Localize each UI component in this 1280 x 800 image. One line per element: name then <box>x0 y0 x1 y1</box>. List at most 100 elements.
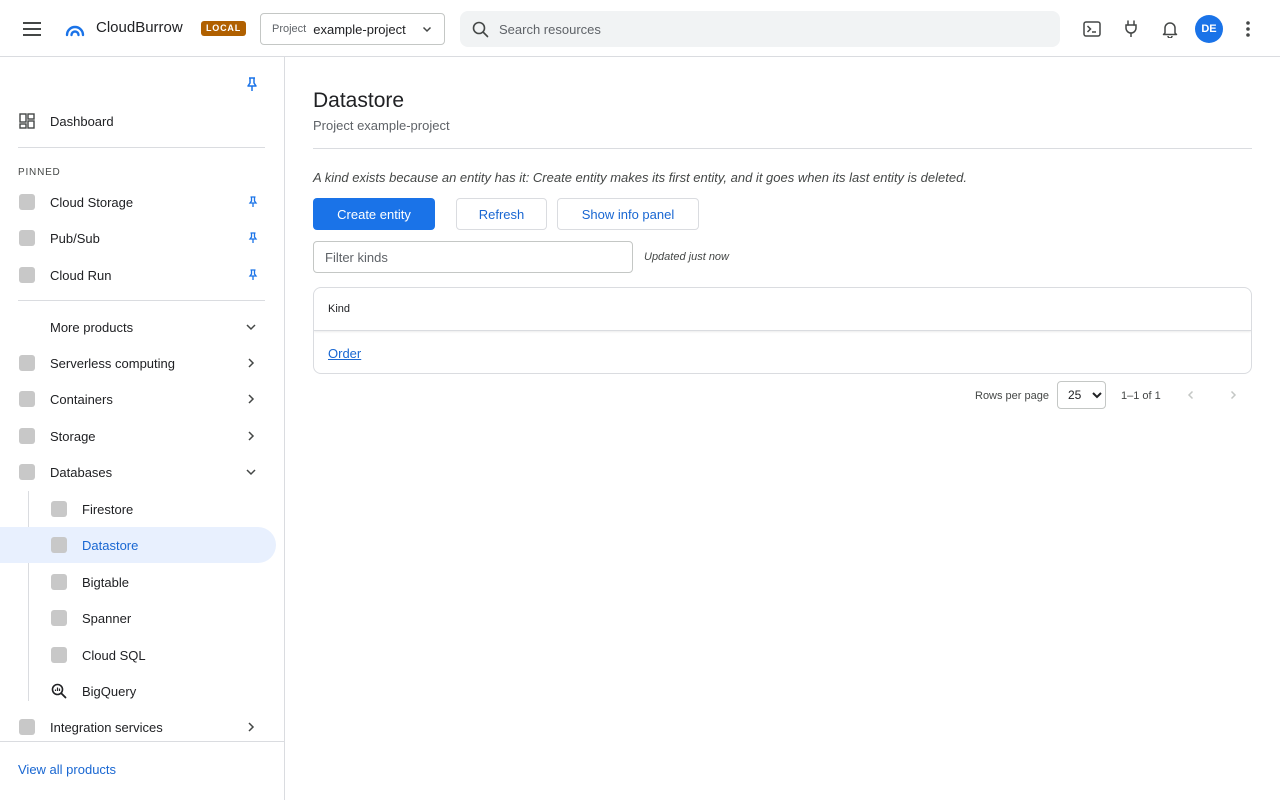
bigquery-magnifier-icon <box>51 683 67 699</box>
notifications-button[interactable] <box>1158 17 1182 41</box>
page-subtitle: Project example-project <box>313 118 450 133</box>
chevron-left-icon <box>1187 390 1194 400</box>
plugins-button[interactable] <box>1119 17 1143 41</box>
create-entity-button[interactable]: Create entity <box>313 198 435 230</box>
chevron-right-icon <box>248 722 255 732</box>
main-content: Datastore Project example-project A kind… <box>285 57 1280 800</box>
sidebar-item-bigtable[interactable]: Bigtable <box>0 564 276 600</box>
pagination-range: 1–1 of 1 <box>1121 390 1161 402</box>
sidebar-item-label: Cloud SQL <box>82 647 146 663</box>
pin-icon[interactable] <box>247 269 259 281</box>
previous-page-button[interactable] <box>1180 384 1202 406</box>
kind-link[interactable]: Order <box>328 346 361 361</box>
terminal-icon <box>1083 21 1101 37</box>
app-name[interactable]: CloudBurrow <box>96 19 183 36</box>
chevron-right-icon <box>248 431 255 441</box>
pinned-section-header: PINNED <box>18 167 61 178</box>
integration-services-icon <box>19 719 35 735</box>
kinds-table: Kind Order <box>313 287 1252 374</box>
table-header: Kind <box>314 288 1251 331</box>
pubsub-icon <box>19 230 35 246</box>
show-info-panel-button[interactable]: Show info panel <box>557 198 699 230</box>
dashboard-icon <box>19 113 35 129</box>
sidebar-item-pubsub[interactable]: Pub/Sub <box>0 220 276 256</box>
rows-per-page-select[interactable]: 25 <box>1057 381 1106 409</box>
sidebar-item-label: Spanner <box>82 610 132 626</box>
hamburger-menu-icon <box>23 22 41 36</box>
pin-sidebar-icon[interactable] <box>244 76 260 92</box>
sidebar-item-spanner[interactable]: Spanner <box>0 600 276 636</box>
rows-per-page-label: Rows per page <box>975 390 1049 402</box>
sidebar-divider <box>18 300 265 301</box>
chevron-down-icon <box>246 324 256 331</box>
next-page-button[interactable] <box>1222 384 1244 406</box>
search-bar <box>460 11 1060 47</box>
sidebar-item-cloud-run[interactable]: Cloud Run <box>0 257 276 293</box>
chevron-down-icon <box>246 469 256 476</box>
sidebar-item-serverless-computing[interactable]: Serverless computing <box>0 345 276 381</box>
filter-kinds-input[interactable] <box>313 241 633 273</box>
view-all-products-link[interactable]: View all products <box>18 762 116 777</box>
table-row: Order <box>314 332 1251 373</box>
chevron-right-icon <box>248 394 255 404</box>
sidebar-item-label: Containers <box>50 391 113 407</box>
sidebar-item-label: Cloud Storage <box>50 194 134 210</box>
databases-icon <box>19 464 35 480</box>
more-vertical-icon <box>1246 21 1250 37</box>
search-input[interactable] <box>499 21 1019 37</box>
sidebar-item-databases[interactable]: Databases <box>0 454 276 490</box>
cloud-sql-icon <box>51 647 67 663</box>
sidebar-item-datastore[interactable]: Datastore <box>0 527 276 563</box>
pin-icon[interactable] <box>247 232 259 244</box>
bell-icon <box>1162 22 1178 38</box>
sidebar-divider <box>18 147 265 148</box>
cloud-shell-button[interactable] <box>1080 17 1104 41</box>
sidebar-item-label: Dashboard <box>50 113 114 129</box>
project-picker-label: Project <box>272 23 307 35</box>
sidebar: Dashboard PINNED Cloud Storage Pub/Sub C… <box>0 57 285 800</box>
sidebar-item-integration-services[interactable]: Integration services <box>0 709 276 745</box>
datastore-icon <box>51 537 67 553</box>
sidebar-item-label: Cloud Run <box>50 267 112 283</box>
chevron-right-icon <box>248 358 255 368</box>
sidebar-item-firestore[interactable]: Firestore <box>0 491 276 527</box>
firestore-icon <box>51 501 67 517</box>
user-avatar[interactable]: DE <box>1195 15 1223 43</box>
sidebar-item-containers[interactable]: Containers <box>0 381 276 417</box>
bigtable-icon <box>51 574 67 590</box>
sidebar-item-cloud-storage[interactable]: Cloud Storage <box>0 184 276 220</box>
cloudburrow-logo-icon[interactable] <box>64 18 86 40</box>
chevron-right-icon <box>1230 390 1237 400</box>
updated-status: Updated just now <box>644 251 729 263</box>
storage-icon <box>19 428 35 444</box>
top-bar: CloudBurrow LOCAL Project example-projec… <box>0 0 1280 57</box>
sidebar-item-more-products[interactable]: More products <box>0 309 276 345</box>
sidebar-item-storage[interactable]: Storage <box>0 418 276 454</box>
sidebar-item-label: More products <box>50 319 134 335</box>
search-icon <box>472 21 489 37</box>
more-options-button[interactable] <box>1236 17 1260 41</box>
kind-hint-text: A kind exists because an entity has it: … <box>313 170 967 185</box>
sidebar-item-label: Bigtable <box>82 574 129 590</box>
cloud-storage-icon <box>19 194 35 210</box>
sidebar-item-dashboard[interactable]: Dashboard <box>0 103 276 139</box>
sidebar-item-cloud-sql[interactable]: Cloud SQL <box>0 637 276 673</box>
pin-icon[interactable] <box>247 196 259 208</box>
serverless-icon <box>19 355 35 371</box>
plug-icon <box>1125 20 1137 37</box>
sidebar-item-label: Integration services <box>50 719 163 735</box>
spanner-icon <box>51 610 67 626</box>
project-picker[interactable]: Project example-project <box>260 13 445 45</box>
project-picker-value: example-project <box>313 21 406 37</box>
header-divider <box>313 148 1252 149</box>
chevron-down-icon <box>422 26 432 33</box>
sidebar-item-label: Storage <box>50 428 96 444</box>
main-menu-button[interactable] <box>14 11 50 47</box>
refresh-button[interactable]: Refresh <box>456 198 547 230</box>
page-title: Datastore <box>313 89 405 112</box>
sidebar-item-label: Databases <box>50 464 113 480</box>
cloud-run-icon <box>19 267 35 283</box>
env-badge: LOCAL <box>201 21 246 36</box>
column-header-kind[interactable]: Kind <box>328 303 350 315</box>
sidebar-item-bigquery[interactable]: BigQuery <box>0 673 276 709</box>
